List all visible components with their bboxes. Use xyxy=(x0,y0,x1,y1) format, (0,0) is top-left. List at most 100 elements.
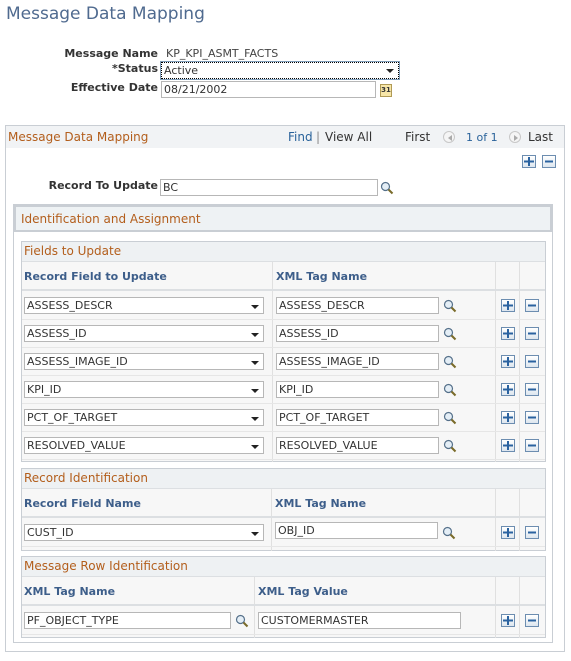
chevron-down-icon xyxy=(251,389,259,393)
xml-tag-input[interactable]: PCT_OF_TARGET xyxy=(276,409,439,426)
record-field-select[interactable]: KPI_ID xyxy=(24,381,264,398)
xml-tag-input[interactable]: ASSESS_DESCR xyxy=(276,297,439,314)
record-field-select-value: ASSESS_ID xyxy=(27,327,87,340)
record-field-select[interactable]: ASSESS_ID xyxy=(24,325,264,342)
lookup-icon[interactable] xyxy=(443,327,457,341)
lookup-icon[interactable] xyxy=(380,181,394,195)
xml-tag-input[interactable]: KPI_ID xyxy=(276,381,439,398)
message-name-label: Message Name xyxy=(64,47,158,60)
column-header-xml-tag-value: XML Tag Value xyxy=(258,585,348,598)
add-row-button[interactable] xyxy=(501,411,515,424)
chevron-down-icon xyxy=(251,361,259,365)
record-to-update-label: Record To Update xyxy=(48,179,158,192)
record-field-select[interactable]: PCT_OF_TARGET xyxy=(24,409,264,426)
delete-row-button[interactable] xyxy=(525,327,539,340)
table-row: KPI_ID KPI_ID xyxy=(22,376,545,404)
column-header-xml-tag-name: XML Tag Name xyxy=(275,497,367,510)
message-row-identification-title: Message Row Identification xyxy=(24,559,188,573)
xml-tag-input[interactable]: ASSESS_IMAGE_ID xyxy=(276,353,439,370)
chevron-down-icon xyxy=(251,417,259,421)
lookup-icon[interactable] xyxy=(443,299,457,313)
page-title: Message Data Mapping xyxy=(6,4,205,24)
lookup-icon[interactable] xyxy=(443,355,457,369)
record-field-select-value: KPI_ID xyxy=(27,383,62,396)
status-select-value: Active xyxy=(164,64,199,77)
record-identification-title-bar: Record Identification xyxy=(22,469,545,489)
xml-tag-name-input[interactable]: PF_OBJECT_TYPE xyxy=(24,612,231,629)
xml-tag-input-value: RESOLVED_VALUE xyxy=(279,439,378,452)
page-indicator: 1 of 1 xyxy=(466,131,498,144)
fields-to-update-title: Fields to Update xyxy=(24,244,122,258)
fields-to-update-title-bar: Fields to Update xyxy=(22,242,545,262)
column-header-record-field: Record Field to Update xyxy=(24,270,167,283)
column-header-xml-tag-name: XML Tag Name xyxy=(24,585,116,598)
delete-row-button[interactable] xyxy=(525,355,539,368)
first-link[interactable]: First xyxy=(405,130,430,144)
table-row: CUST_ID OBJ_ID xyxy=(22,519,545,547)
add-row-button[interactable] xyxy=(501,439,515,452)
record-to-update-input[interactable]: BC xyxy=(160,179,378,196)
lookup-icon[interactable] xyxy=(443,411,457,425)
table-row: ASSESS_DESCR ASSESS_DESCR xyxy=(22,292,545,320)
xml-tag-value-input[interactable]: CUSTOMERMASTER xyxy=(258,612,461,629)
add-row-button[interactable] xyxy=(501,327,515,340)
delete-row-button[interactable] xyxy=(525,299,539,312)
record-field-select-value: RESOLVED_VALUE xyxy=(27,439,126,452)
add-row-button[interactable] xyxy=(501,299,515,312)
record-field-select-value: ASSESS_DESCR xyxy=(27,299,113,312)
mapping-section-title: Message Data Mapping xyxy=(8,130,149,144)
xml-tag-input-value: ASSESS_DESCR xyxy=(279,299,365,312)
ia-section-title: Identification and Assignment xyxy=(21,212,201,226)
record-field-select[interactable]: RESOLVED_VALUE xyxy=(24,437,264,454)
last-link[interactable]: Last xyxy=(528,130,553,144)
chevron-down-icon xyxy=(251,532,259,536)
record-field-name-select[interactable]: CUST_ID xyxy=(24,524,264,541)
add-row-button[interactable] xyxy=(522,155,536,168)
add-row-button[interactable] xyxy=(501,355,515,368)
mapping-header-bar: Message Data Mapping Find | View All Fir… xyxy=(6,126,564,148)
delete-row-button[interactable] xyxy=(525,383,539,396)
next-icon[interactable] xyxy=(509,131,521,143)
table-row: ASSESS_ID ASSESS_ID xyxy=(22,320,545,348)
record-field-select-value: ASSESS_IMAGE_ID xyxy=(27,355,128,368)
lookup-icon[interactable] xyxy=(443,439,457,453)
xml-tag-value-input-value: CUSTOMERMASTER xyxy=(261,614,369,627)
xml-tag-name-input-value: PF_OBJECT_TYPE xyxy=(27,614,119,627)
chevron-down-icon xyxy=(251,333,259,337)
chevron-down-icon xyxy=(251,445,259,449)
table-row: RESOLVED_VALUE RESOLVED_VALUE xyxy=(22,432,545,460)
find-link[interactable]: Find xyxy=(288,130,313,144)
xml-tag-name-input[interactable]: OBJ_ID xyxy=(275,522,438,539)
delete-row-button[interactable] xyxy=(525,411,539,424)
lookup-icon[interactable] xyxy=(443,383,457,397)
add-row-button[interactable] xyxy=(501,614,515,627)
record-field-select[interactable]: ASSESS_DESCR xyxy=(24,297,264,314)
xml-tag-input[interactable]: ASSESS_ID xyxy=(276,325,439,342)
status-select[interactable]: Active xyxy=(160,61,400,80)
record-field-select-value: PCT_OF_TARGET xyxy=(27,411,118,424)
record-identification-grid: Record Identification Record Field Name … xyxy=(21,468,546,551)
record-field-select[interactable]: ASSESS_IMAGE_ID xyxy=(24,353,264,370)
xml-tag-input[interactable]: RESOLVED_VALUE xyxy=(276,437,439,454)
lookup-icon[interactable] xyxy=(235,614,249,628)
chevron-down-icon xyxy=(386,69,394,73)
record-field-name-select-value: CUST_ID xyxy=(27,526,74,539)
chevron-down-icon xyxy=(251,305,259,309)
nav-separator: | xyxy=(316,130,321,144)
calendar-icon[interactable]: 31 xyxy=(380,84,392,97)
delete-row-button[interactable] xyxy=(525,439,539,452)
effective-date-input[interactable]: 08/21/2002 xyxy=(161,81,376,98)
table-row: ASSESS_IMAGE_ID ASSESS_IMAGE_ID xyxy=(22,348,545,376)
add-row-button[interactable] xyxy=(501,383,515,396)
lookup-icon[interactable] xyxy=(442,526,456,540)
view-all-link[interactable]: View All xyxy=(325,130,372,144)
previous-icon[interactable] xyxy=(443,131,455,143)
record-identification-title: Record Identification xyxy=(24,471,148,485)
header-divider xyxy=(22,604,545,606)
delete-row-button[interactable] xyxy=(525,614,539,627)
effective-date-label: Effective Date xyxy=(70,81,158,94)
delete-row-button[interactable] xyxy=(525,526,539,539)
delete-row-button[interactable] xyxy=(542,155,556,168)
xml-tag-input-value: ASSESS_ID xyxy=(279,327,339,340)
add-row-button[interactable] xyxy=(501,526,515,539)
